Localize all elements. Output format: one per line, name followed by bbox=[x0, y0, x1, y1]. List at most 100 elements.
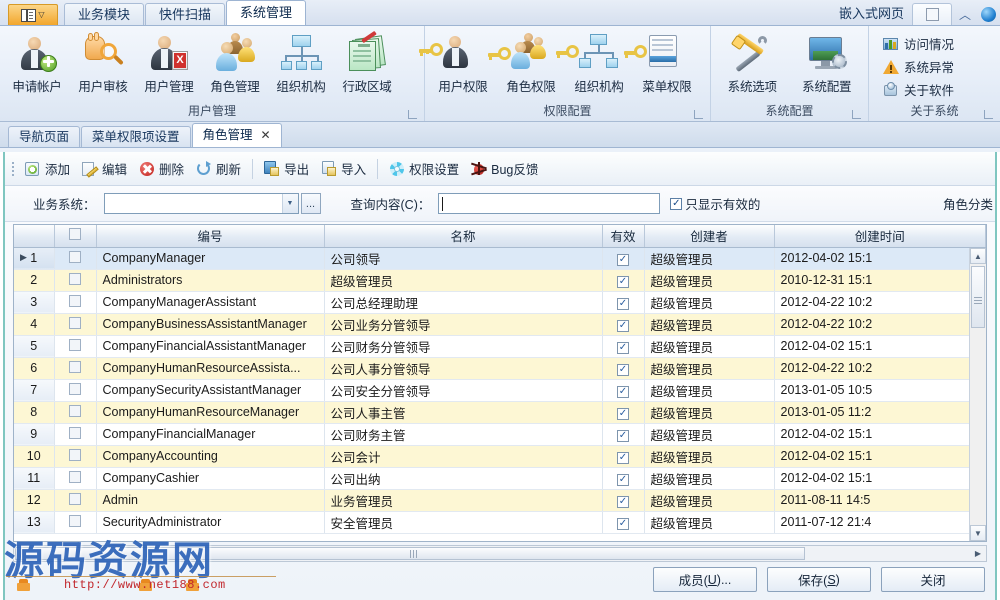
application-menu-button[interactable]: ▽ bbox=[8, 4, 58, 25]
row-checkbox[interactable] bbox=[69, 404, 81, 417]
col-header-valid[interactable]: 有效 bbox=[602, 225, 645, 248]
row-checkbox[interactable] bbox=[69, 316, 81, 329]
ribbon-tab-system[interactable]: 系统管理 bbox=[226, 0, 307, 25]
close-icon[interactable]: ✕ bbox=[261, 124, 271, 147]
cell-valid[interactable]: ✓ bbox=[602, 445, 645, 468]
valid-checkbox[interactable]: ✓ bbox=[617, 253, 629, 266]
permission-settings-button[interactable]: 权限设置 bbox=[383, 157, 465, 181]
valid-checkbox[interactable]: ✓ bbox=[617, 297, 629, 310]
scroll-up-button[interactable]: ▲ bbox=[970, 248, 986, 264]
table-row[interactable]: 4 CompanyBusinessAssistantManager 公司业务分管领导… bbox=[14, 313, 986, 336]
row-checkbox[interactable] bbox=[69, 448, 81, 461]
delete-button[interactable]: 删除 bbox=[133, 157, 190, 181]
row-index-cell[interactable]: 13 bbox=[14, 511, 55, 534]
row-index-cell[interactable]: 2 bbox=[14, 269, 55, 292]
row-select-cell[interactable] bbox=[54, 401, 97, 424]
valid-checkbox[interactable]: ✓ bbox=[617, 451, 629, 464]
table-row[interactable]: 5 CompanyFinancialAssistantManager 公司财务分管领… bbox=[14, 335, 986, 358]
ribbon-button-organization[interactable]: 组织机构 bbox=[268, 29, 334, 95]
row-select-cell[interactable] bbox=[54, 291, 97, 314]
dialog-launcher-icon[interactable] bbox=[694, 110, 703, 119]
valid-checkbox[interactable]: ✓ bbox=[617, 517, 629, 530]
globe-help-icon[interactable] bbox=[978, 3, 998, 25]
row-checkbox[interactable] bbox=[69, 294, 81, 307]
row-index-cell[interactable]: 10 bbox=[14, 445, 55, 468]
ribbon-button-menu-permission[interactable]: 菜单权限 bbox=[624, 29, 701, 95]
only-valid-checkbox-wrap[interactable]: ✓ 只显示有效的 bbox=[670, 194, 760, 213]
select-all-checkbox[interactable] bbox=[69, 228, 81, 241]
row-index-cell[interactable]: 3 bbox=[14, 291, 55, 314]
row-select-cell[interactable] bbox=[54, 335, 97, 358]
ribbon-button-org-permission[interactable]: 组织机构 bbox=[556, 29, 633, 95]
valid-checkbox[interactable]: ✓ bbox=[617, 495, 629, 508]
table-row[interactable]: 2 Administrators 超级管理员 ✓ 超级管理员 2010-12-31 15:… bbox=[14, 269, 986, 292]
cell-valid[interactable]: ✓ bbox=[602, 379, 645, 402]
cell-valid[interactable]: ✓ bbox=[602, 401, 645, 424]
row-checkbox[interactable] bbox=[69, 272, 81, 285]
row-index-cell[interactable]: ▶ 1 bbox=[14, 247, 55, 270]
cell-valid[interactable]: ✓ bbox=[602, 467, 645, 490]
cell-valid[interactable]: ✓ bbox=[602, 269, 645, 292]
ribbon-button-user-manage[interactable]: X 用户管理 bbox=[136, 29, 202, 95]
row-index-cell[interactable]: 5 bbox=[14, 335, 55, 358]
doc-tab-menu-permission-settings[interactable]: 菜单权限项设置 bbox=[81, 126, 191, 147]
ribbon-button-system-exception[interactable]: 系统异常 bbox=[879, 56, 958, 77]
row-select-cell[interactable] bbox=[54, 313, 97, 336]
col-header-name[interactable]: 名称 bbox=[324, 225, 603, 248]
doc-tab-role-management[interactable]: 角色管理 ✕ bbox=[191, 123, 282, 147]
table-row[interactable]: 10 CompanyAccounting 公司会计 ✓ 超级管理员 2012-04-02 … bbox=[14, 445, 986, 468]
cell-valid[interactable]: ✓ bbox=[602, 313, 645, 336]
members-button[interactable]: 成员(U)... bbox=[653, 567, 757, 592]
only-valid-checkbox[interactable]: ✓ bbox=[670, 197, 683, 210]
row-index-cell[interactable]: 11 bbox=[14, 467, 55, 490]
table-row[interactable]: ▶ 1 CompanyManager 公司领导 ✓ 超级管理员 2012-04-02 15:… bbox=[14, 247, 986, 270]
export-button[interactable]: 导出 bbox=[258, 157, 315, 181]
chevron-down-icon[interactable]: ▼ bbox=[281, 194, 298, 213]
business-system-browse-button[interactable]: ... bbox=[300, 193, 321, 214]
grid-horizontal-scrollbar[interactable]: ▶ bbox=[13, 545, 987, 562]
row-index-cell[interactable]: 12 bbox=[14, 489, 55, 512]
valid-checkbox[interactable]: ✓ bbox=[617, 407, 629, 420]
row-checkbox[interactable] bbox=[69, 426, 81, 439]
ribbon-button-apply-account[interactable]: 申请帐户 bbox=[4, 29, 70, 95]
col-header-creator[interactable]: 创建者 bbox=[644, 225, 775, 248]
col-header-created-time[interactable]: 创建时间 bbox=[774, 225, 986, 248]
table-row[interactable]: 3 CompanyManagerAssistant 公司总经理助理 ✓ 超级管理员 201… bbox=[14, 291, 986, 314]
save-button[interactable]: 保存(S) bbox=[767, 567, 871, 592]
valid-checkbox[interactable]: ✓ bbox=[617, 275, 629, 288]
hscroll-thumb[interactable] bbox=[15, 547, 805, 560]
row-checkbox[interactable] bbox=[69, 250, 81, 263]
grid-vertical-scrollbar[interactable]: ▲ ▼ bbox=[969, 248, 986, 541]
row-checkbox[interactable] bbox=[69, 338, 81, 351]
refresh-button[interactable]: 刷新 bbox=[190, 157, 247, 181]
ribbon-tab-scan[interactable]: 快件扫描 bbox=[145, 3, 226, 25]
add-button[interactable]: 添加 bbox=[19, 157, 76, 181]
toolbar-grip[interactable] bbox=[9, 160, 17, 178]
ribbon-button-about-software[interactable]: 关于软件 bbox=[879, 79, 958, 100]
table-row[interactable]: 7 CompanySecurityAssistantManager 公司安全分管领导… bbox=[14, 379, 986, 402]
row-select-cell[interactable] bbox=[54, 489, 97, 512]
edit-button[interactable]: 编辑 bbox=[76, 157, 133, 181]
doc-tab-navigation[interactable]: 导航页面 bbox=[8, 126, 81, 147]
search-input[interactable] bbox=[438, 193, 661, 214]
scrollbar-thumb[interactable] bbox=[971, 266, 985, 328]
bug-feedback-button[interactable]: Bug反馈 bbox=[465, 157, 544, 181]
ribbon-button-role-permission[interactable]: 角色权限 bbox=[488, 29, 565, 95]
business-system-input[interactable] bbox=[105, 194, 282, 213]
chevron-up-icon[interactable]: ︿ bbox=[952, 3, 978, 25]
row-select-cell[interactable] bbox=[54, 423, 97, 446]
row-select-cell[interactable] bbox=[54, 357, 97, 380]
row-select-cell[interactable] bbox=[54, 379, 97, 402]
ribbon-button-user-review[interactable]: 用户审核 bbox=[70, 29, 136, 95]
ribbon-button-user-permission[interactable]: 用户权限 bbox=[419, 29, 497, 95]
scroll-right-button[interactable]: ▶ bbox=[970, 546, 986, 561]
cell-valid[interactable]: ✓ bbox=[602, 247, 645, 270]
business-system-combo[interactable]: ▼ bbox=[103, 193, 299, 214]
row-index-cell[interactable]: 8 bbox=[14, 401, 55, 424]
row-checkbox[interactable] bbox=[69, 492, 81, 505]
ribbon-tab-business[interactable]: 业务模块 bbox=[64, 3, 145, 25]
cell-valid[interactable]: ✓ bbox=[602, 511, 645, 534]
dialog-launcher-icon[interactable] bbox=[852, 110, 861, 119]
close-button[interactable]: 关闭 bbox=[881, 567, 985, 592]
cell-valid[interactable]: ✓ bbox=[602, 357, 645, 380]
